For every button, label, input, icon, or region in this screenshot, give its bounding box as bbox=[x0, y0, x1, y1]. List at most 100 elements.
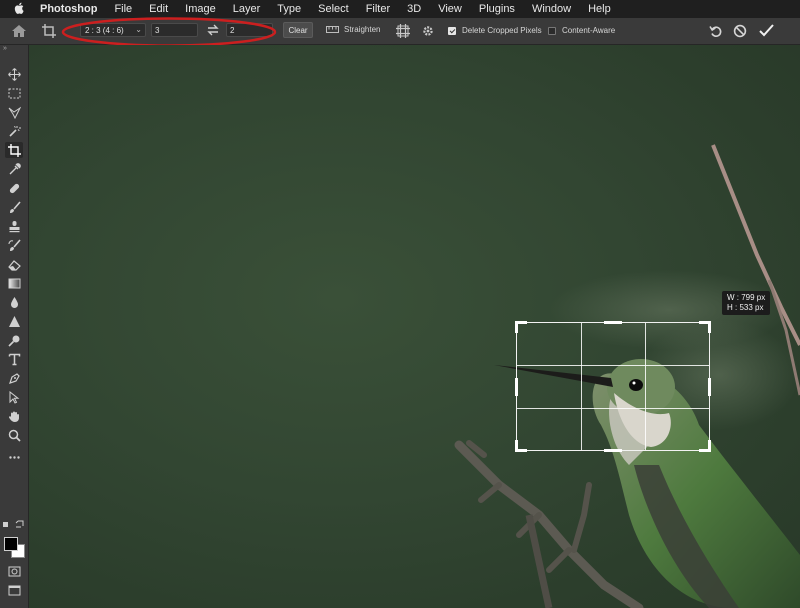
zoom-tool[interactable] bbox=[5, 427, 23, 443]
quick-mask-icon bbox=[8, 566, 20, 576]
crop-grid-line bbox=[644, 323, 646, 450]
drop-icon bbox=[10, 296, 18, 308]
pen-tool[interactable] bbox=[5, 370, 23, 386]
crop-tool[interactable] bbox=[5, 142, 23, 158]
content-aware-label: Content-Aware bbox=[562, 26, 616, 35]
crop-handle-right[interactable] bbox=[708, 378, 711, 396]
stamp-icon bbox=[9, 220, 19, 232]
crop-width-readout: W : 799 px bbox=[727, 293, 766, 302]
hand-icon bbox=[8, 411, 19, 422]
eraser-tool[interactable] bbox=[5, 256, 23, 272]
eyedropper-tool[interactable] bbox=[5, 161, 23, 177]
clear-button[interactable]: Clear bbox=[283, 22, 313, 38]
crop-handle-bottom[interactable] bbox=[604, 449, 622, 452]
spot-healing-tool[interactable] bbox=[5, 180, 23, 196]
menu-bar: Photoshop File Edit Image Layer Type Sel… bbox=[0, 0, 800, 18]
menu-help[interactable]: Help bbox=[588, 3, 611, 15]
brush-tool[interactable] bbox=[5, 199, 23, 215]
eyedropper-icon bbox=[9, 162, 21, 174]
history-brush-tool[interactable] bbox=[5, 237, 23, 253]
crop-handle-bottom-right[interactable] bbox=[699, 440, 711, 452]
ratio-height-input[interactable] bbox=[226, 23, 273, 37]
aspect-ratio-select[interactable]: 2 : 3 (4 : 6) ⌄ bbox=[80, 23, 146, 37]
gradient-tool[interactable] bbox=[5, 275, 23, 291]
reset-crop-icon[interactable] bbox=[709, 24, 723, 38]
crop-grid-line bbox=[517, 407, 709, 409]
lasso-tool[interactable] bbox=[5, 104, 23, 120]
menu-edit[interactable]: Edit bbox=[149, 3, 168, 15]
straighten-button[interactable]: Straighten bbox=[326, 24, 380, 34]
marquee-icon bbox=[8, 88, 20, 98]
straighten-label: Straighten bbox=[344, 24, 381, 34]
options-bar: 2 : 3 (4 : 6) ⌄ Clear Straighten Delete … bbox=[0, 17, 800, 47]
triangle-icon bbox=[8, 315, 20, 327]
crop-handle-bottom-left[interactable] bbox=[515, 440, 527, 452]
dodge-icon bbox=[7, 335, 19, 347]
aspect-ratio-value: 2 : 3 (4 : 6) bbox=[85, 25, 124, 35]
home-icon[interactable] bbox=[11, 24, 27, 38]
sharpen-tool[interactable] bbox=[5, 313, 23, 329]
delete-cropped-pixels-checkbox[interactable]: Delete Cropped Pixels bbox=[448, 26, 542, 35]
menu-image[interactable]: Image bbox=[185, 3, 216, 15]
cancel-crop-icon[interactable] bbox=[733, 24, 747, 38]
commit-crop-checkmark-icon[interactable] bbox=[758, 23, 774, 38]
pen-icon bbox=[8, 372, 20, 384]
path-selection-tool[interactable] bbox=[5, 389, 23, 405]
crop-handle-left[interactable] bbox=[515, 378, 518, 396]
gear-icon[interactable] bbox=[421, 24, 435, 38]
swap-colors-icon[interactable] bbox=[2, 519, 26, 529]
checkbox-unchecked bbox=[548, 26, 556, 35]
menu-window[interactable]: Window bbox=[532, 3, 571, 15]
marquee-tool[interactable] bbox=[5, 85, 23, 101]
eraser-icon bbox=[7, 259, 21, 271]
straighten-level-icon bbox=[326, 26, 339, 33]
content-aware-checkbox[interactable]: Content-Aware bbox=[548, 26, 615, 35]
crop-handle-top-left[interactable] bbox=[515, 321, 527, 333]
menu-layer[interactable]: Layer bbox=[233, 3, 261, 15]
crop-grid-line bbox=[580, 323, 582, 450]
more-icon bbox=[8, 455, 20, 459]
crop-dimensions-tooltip: W : 799 px H : 533 px bbox=[722, 291, 771, 315]
bandage-icon bbox=[9, 183, 19, 193]
menu-type[interactable]: Type bbox=[277, 3, 301, 15]
zoom-icon bbox=[8, 429, 21, 442]
menu-file[interactable]: File bbox=[114, 3, 132, 15]
magic-wand-tool[interactable] bbox=[5, 123, 23, 139]
move-tool[interactable] bbox=[5, 66, 23, 82]
clone-stamp-tool[interactable] bbox=[5, 218, 23, 234]
apple-menu-icon[interactable] bbox=[12, 2, 26, 17]
crop-height-readout: H : 533 px bbox=[727, 303, 764, 312]
collapse-panel-icon[interactable]: » bbox=[3, 45, 7, 52]
hand-tool[interactable] bbox=[5, 408, 23, 424]
menu-view[interactable]: View bbox=[438, 3, 462, 15]
crop-handle-top-right[interactable] bbox=[699, 321, 711, 333]
screen-mode-icon bbox=[8, 585, 20, 595]
magic-wand-icon bbox=[8, 125, 21, 137]
document-canvas[interactable]: W : 799 px H : 533 px bbox=[29, 45, 800, 608]
quick-mask-button[interactable] bbox=[5, 563, 23, 579]
menu-3d[interactable]: 3D bbox=[407, 3, 421, 15]
crop-grid-line bbox=[517, 365, 709, 367]
crop-handle-top[interactable] bbox=[604, 321, 622, 324]
blur-tool[interactable] bbox=[5, 294, 23, 310]
move-icon bbox=[7, 67, 21, 81]
edit-toolbar-more[interactable] bbox=[5, 449, 23, 465]
dodge-tool[interactable] bbox=[5, 332, 23, 348]
menu-filter[interactable]: Filter bbox=[366, 3, 390, 15]
chevron-down-icon: ⌄ bbox=[135, 25, 142, 34]
overlay-grid-icon[interactable] bbox=[396, 24, 410, 38]
swap-dimensions-icon[interactable] bbox=[206, 23, 220, 37]
menu-select[interactable]: Select bbox=[318, 3, 349, 15]
history-brush-icon bbox=[8, 238, 21, 251]
type-tool[interactable] bbox=[5, 351, 23, 367]
ratio-width-input[interactable] bbox=[151, 23, 198, 37]
type-icon bbox=[8, 353, 20, 365]
menu-plugins[interactable]: Plugins bbox=[479, 3, 515, 15]
lasso-icon bbox=[8, 106, 21, 119]
foreground-color-swatch[interactable] bbox=[4, 537, 18, 551]
menu-app-name[interactable]: Photoshop bbox=[40, 3, 97, 15]
screen-mode-button[interactable] bbox=[5, 582, 23, 598]
crop-icon bbox=[7, 143, 21, 157]
crop-tool-preset-icon[interactable] bbox=[42, 24, 56, 38]
crop-box[interactable] bbox=[515, 321, 711, 452]
